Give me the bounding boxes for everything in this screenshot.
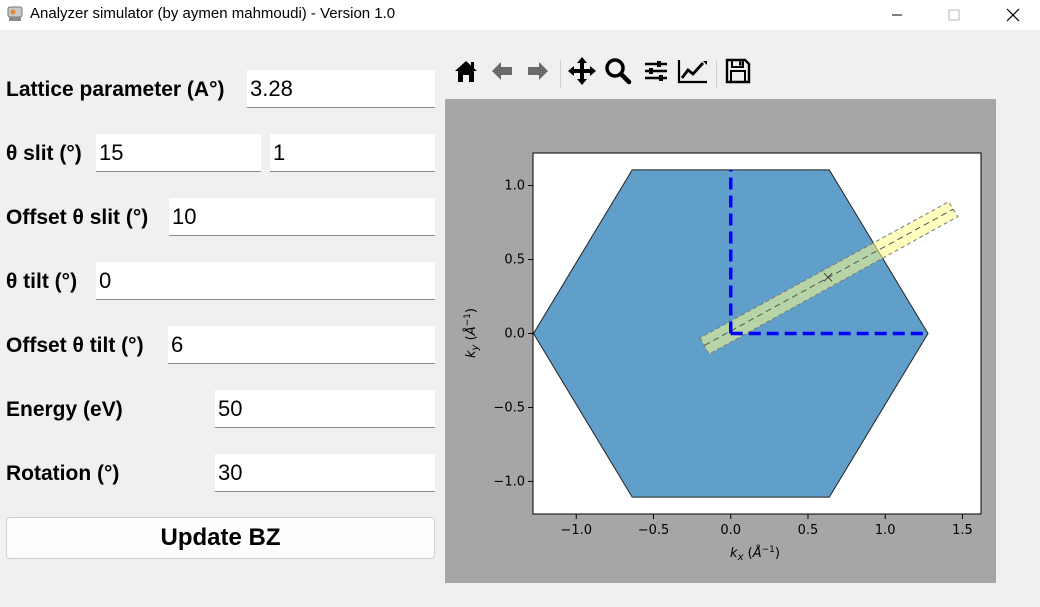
lattice-parameter-label: Lattice parameter (A°) xyxy=(6,78,225,101)
configure-icon xyxy=(642,57,670,90)
offset-theta-tilt-input[interactable] xyxy=(168,326,435,364)
title-bar: Analyzer simulator (by aymen mahmoudi) -… xyxy=(0,0,1040,30)
plot-canvas[interactable]: −1.0 −0.5 0.0 0.5 1.0 1.5 −1.0 −0.5 0.0 0.5 1.0 k… xyxy=(445,99,996,583)
energy-label: Energy (eV) xyxy=(6,398,123,421)
offset-theta-slit-input[interactable] xyxy=(169,198,435,236)
configure-subplots-button[interactable] xyxy=(640,56,672,90)
theta-tilt-label: θ tilt (°) xyxy=(6,270,78,293)
x-tick-label: −0.5 xyxy=(638,523,670,538)
x-tick-label: 0.5 xyxy=(798,523,819,538)
minimize-icon xyxy=(891,9,903,21)
y-tick-label: 1.0 xyxy=(504,179,525,194)
back-button[interactable] xyxy=(486,56,518,90)
close-button[interactable] xyxy=(990,0,1036,30)
brillouin-zone-plot: −1.0 −0.5 0.0 0.5 1.0 1.5 −1.0 −0.5 0.0 0.5 1.0 k… xyxy=(463,152,982,563)
y-tick-label: 0.0 xyxy=(504,327,525,342)
rotation-label: Rotation (°) xyxy=(6,462,120,485)
close-icon xyxy=(1006,8,1020,22)
y-ticks: −1.0 −0.5 0.0 0.5 1.0 xyxy=(493,179,533,489)
theta-slit-label: θ slit (°) xyxy=(6,142,82,165)
maximize-icon xyxy=(948,9,960,21)
save-icon xyxy=(725,58,751,89)
save-button[interactable] xyxy=(722,56,754,90)
lattice-parameter-input[interactable] xyxy=(247,70,435,108)
y-tick-label: 0.5 xyxy=(504,253,525,268)
x-ticks: −1.0 −0.5 0.0 0.5 1.0 1.5 xyxy=(560,514,973,538)
back-icon xyxy=(488,57,516,90)
zoom-icon xyxy=(604,57,632,90)
offset-theta-tilt-label: Offset θ tilt (°) xyxy=(6,334,144,357)
theta-slit-width-input[interactable] xyxy=(270,134,435,172)
maximize-button[interactable] xyxy=(931,0,977,30)
window-title: Analyzer simulator (by aymen mahmoudi) -… xyxy=(30,5,396,22)
y-axis-label: ky (Å−1) xyxy=(463,308,481,358)
app-icon xyxy=(6,5,24,23)
pan-button[interactable] xyxy=(566,56,598,90)
offset-theta-slit-label: Offset θ slit (°) xyxy=(6,206,149,229)
y-tick-label: −1.0 xyxy=(493,474,525,489)
pan-icon xyxy=(567,56,597,91)
update-bz-button[interactable]: Update BZ xyxy=(6,517,435,559)
x-tick-label: −1.0 xyxy=(560,523,592,538)
x-tick-label: 1.5 xyxy=(952,523,973,538)
y-tick-label: −0.5 xyxy=(493,400,525,415)
zoom-button[interactable] xyxy=(602,56,634,90)
edit-axis-button[interactable] xyxy=(677,56,709,90)
x-tick-label: 1.0 xyxy=(875,523,896,538)
theta-slit-input[interactable] xyxy=(96,134,261,172)
x-axis-label: kx (Å−1) xyxy=(730,545,780,563)
energy-input[interactable] xyxy=(215,390,435,428)
forward-icon xyxy=(524,57,552,90)
x-tick-label: 0.0 xyxy=(720,523,741,538)
edit-axis-icon xyxy=(677,57,709,90)
forward-button[interactable] xyxy=(522,56,554,90)
theta-tilt-input[interactable] xyxy=(96,262,435,300)
minimize-button[interactable] xyxy=(874,0,920,30)
home-button[interactable] xyxy=(450,56,482,90)
rotation-input[interactable] xyxy=(215,454,435,492)
home-icon xyxy=(452,57,480,90)
